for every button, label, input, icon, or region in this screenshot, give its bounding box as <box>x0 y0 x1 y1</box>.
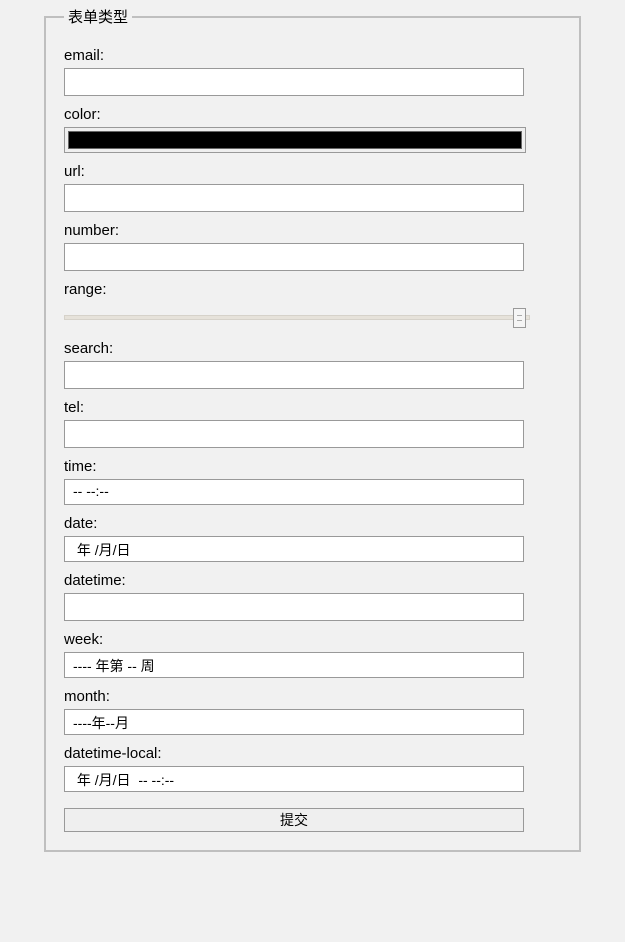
color-label: color: <box>64 106 561 123</box>
time-group: time: -- --:-- <box>64 458 561 505</box>
date-label: date: <box>64 515 561 532</box>
range-input[interactable] <box>64 306 530 330</box>
tel-group: tel: <box>64 399 561 448</box>
search-input[interactable] <box>64 361 524 389</box>
month-input[interactable]: ----年--月 <box>64 709 524 735</box>
fieldset-legend: 表单类型 <box>64 6 132 27</box>
email-input[interactable] <box>64 68 524 96</box>
range-label: range: <box>64 281 561 298</box>
color-input[interactable] <box>64 127 526 153</box>
range-group: range: <box>64 281 561 330</box>
email-label: email: <box>64 47 561 64</box>
search-group: search: <box>64 340 561 389</box>
email-group: email: <box>64 47 561 96</box>
form-types-form: 表单类型 email: color: url: number: range: <box>0 6 625 852</box>
datetime-local-label: datetime-local: <box>64 745 561 762</box>
number-group: number: <box>64 222 561 271</box>
tel-input[interactable] <box>64 420 524 448</box>
datetime-group: datetime: <box>64 572 561 621</box>
datetime-input[interactable] <box>64 593 524 621</box>
week-group: week: ---- 年第 -- 周 <box>64 631 561 678</box>
date-input[interactable]: 年 /月/日 <box>64 536 524 562</box>
number-input[interactable] <box>64 243 524 271</box>
color-swatch <box>68 131 522 149</box>
url-input[interactable] <box>64 184 524 212</box>
time-label: time: <box>64 458 561 475</box>
month-label: month: <box>64 688 561 705</box>
submit-button[interactable]: 提交 <box>64 808 524 832</box>
week-input[interactable]: ---- 年第 -- 周 <box>64 652 524 678</box>
tel-label: tel: <box>64 399 561 416</box>
range-thumb[interactable] <box>513 308 526 328</box>
number-label: number: <box>64 222 561 239</box>
search-label: search: <box>64 340 561 357</box>
month-group: month: ----年--月 <box>64 688 561 735</box>
url-group: url: <box>64 163 561 212</box>
datetime-local-input[interactable]: 年 /月/日 -- --:-- <box>64 766 524 792</box>
week-label: week: <box>64 631 561 648</box>
datetime-label: datetime: <box>64 572 561 589</box>
range-track <box>64 315 530 320</box>
form-types-fieldset: 表单类型 email: color: url: number: range: <box>44 6 581 852</box>
url-label: url: <box>64 163 561 180</box>
time-input[interactable]: -- --:-- <box>64 479 524 505</box>
date-group: date: 年 /月/日 <box>64 515 561 562</box>
color-group: color: <box>64 106 561 153</box>
datetime-local-group: datetime-local: 年 /月/日 -- --:-- <box>64 745 561 792</box>
